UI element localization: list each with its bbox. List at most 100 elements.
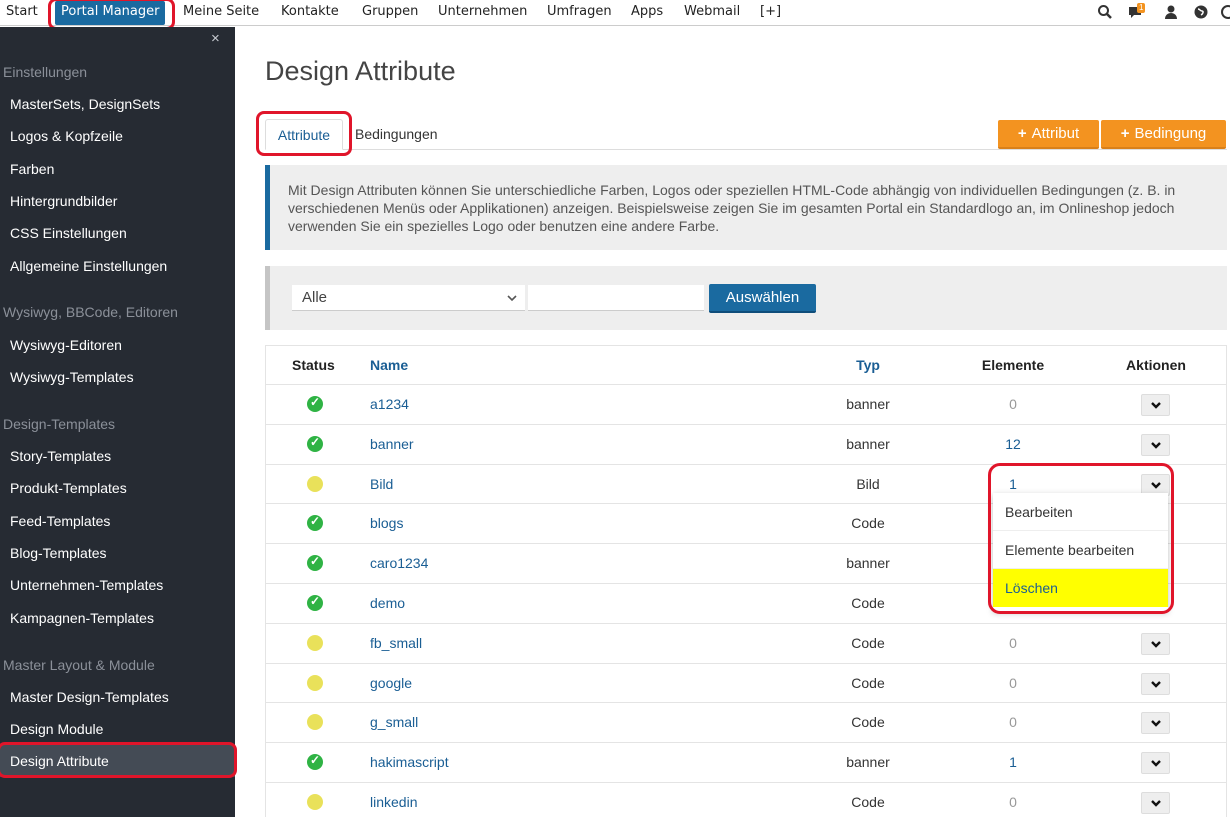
menu-item-loeschen[interactable]: Löschen	[993, 569, 1168, 607]
nav-kontakte[interactable]: Kontakte	[281, 0, 339, 26]
close-icon[interactable]: ×	[211, 30, 220, 47]
user-icon[interactable]	[1162, 4, 1180, 22]
add-condition-button[interactable]: + Bedingung	[1101, 120, 1226, 149]
nav-umfragen[interactable]: Umfragen	[547, 0, 612, 26]
row-elements-count: 0	[1009, 674, 1017, 691]
header-type[interactable]: Typ	[806, 357, 930, 373]
status-inactive-icon	[307, 475, 323, 492]
add-attribute-button[interactable]: + Attribut	[998, 120, 1099, 149]
chevron-down-icon	[507, 285, 517, 320]
row-type: Code	[851, 634, 885, 651]
sidebar-item-produkt-templates[interactable]: Produkt-Templates	[10, 480, 127, 496]
sidebar-item-allgemeine[interactable]: Allgemeine Einstellungen	[10, 258, 167, 274]
table-row: hakimascript banner 1	[266, 742, 1226, 782]
row-name-link[interactable]: banner	[370, 436, 414, 452]
nav-webmail[interactable]: Webmail	[684, 0, 740, 26]
sidebar-item-logos[interactable]: Logos & Kopfzeile	[10, 128, 123, 144]
nav-meine-seite[interactable]: Meine Seite	[183, 0, 259, 26]
sidebar-item-farben[interactable]: Farben	[10, 161, 54, 177]
tab-bedingungen[interactable]: Bedingungen	[355, 119, 438, 150]
sidebar-section-wysiwyg: Wysiwyg, BBCode, Editoren	[3, 304, 178, 320]
row-elements-count[interactable]: 12	[963, 436, 1063, 452]
menu-item-bearbeiten[interactable]: Bearbeiten	[993, 493, 1168, 531]
row-elements-count[interactable]: 1	[963, 754, 1063, 770]
sidebar-item-kampagnen-templates[interactable]: Kampagnen-Templates	[10, 610, 154, 626]
add-attribute-label: Attribut	[1031, 125, 1080, 142]
status-inactive-icon	[307, 674, 323, 691]
table-row: g_small Code 0	[266, 702, 1226, 742]
status-active-icon	[307, 395, 323, 412]
row-name-link[interactable]: blogs	[370, 515, 403, 531]
sidebar-item-design-module[interactable]: Design Module	[10, 721, 103, 737]
row-actions-button[interactable]	[1141, 752, 1170, 775]
table-row: banner banner 12	[266, 423, 1226, 464]
header-status: Status	[292, 357, 335, 373]
row-elements-count: 0	[1009, 714, 1017, 731]
sidebar-section-design-templates: Design-Templates	[3, 416, 116, 432]
sidebar-item-css[interactable]: CSS Einstellungen	[10, 225, 127, 241]
chevron-down-icon	[1150, 720, 1161, 728]
row-elements-count: 0	[1009, 396, 1017, 412]
filter-input[interactable]	[528, 285, 704, 311]
sidebar-item-design-attribute[interactable]: Design Attribute	[0, 745, 235, 777]
row-type: Code	[851, 595, 885, 611]
nav-gruppen[interactable]: Gruppen	[362, 0, 418, 26]
plus-icon: +	[1120, 125, 1130, 142]
table-row: fb_small Code 0	[266, 622, 1226, 663]
nav-add[interactable]: [+]	[760, 0, 781, 26]
nav-start[interactable]: Start	[6, 0, 38, 26]
row-actions-button[interactable]	[1141, 712, 1170, 735]
row-type: Bild	[856, 475, 880, 492]
nav-apps[interactable]: Apps	[631, 0, 663, 26]
status-active-icon	[307, 753, 323, 771]
row-name-link[interactable]: g_small	[370, 714, 418, 730]
type-select-value: Alle	[302, 289, 328, 306]
row-name-link[interactable]: hakimascript	[370, 754, 449, 770]
table-row: a1234 banner 0	[266, 384, 1226, 424]
row-actions-button[interactable]	[1141, 672, 1170, 695]
chevron-down-icon	[1150, 441, 1161, 449]
nav-unternehmen[interactable]: Unternehmen	[438, 0, 527, 26]
row-type: Code	[851, 515, 885, 532]
search-icon[interactable]	[1096, 4, 1114, 22]
row-name-link[interactable]: fb_small	[370, 635, 422, 651]
row-name-link[interactable]: demo	[370, 595, 405, 611]
header-actions: Aktionen	[1126, 357, 1186, 373]
row-actions-button[interactable]	[1141, 394, 1170, 416]
table-row: linkedin Code 0	[266, 782, 1226, 822]
row-actions-button[interactable]	[1141, 433, 1170, 456]
select-button[interactable]: Auswählen	[709, 284, 816, 313]
nav-portal-manager[interactable]: Portal Manager	[55, 1, 166, 25]
sidebar-item-wysiwyg-editoren[interactable]: Wysiwyg-Editoren	[10, 337, 122, 353]
chevron-down-icon	[1150, 680, 1161, 688]
sidebar-item-hintergrundbilder[interactable]: Hintergrundbilder	[10, 193, 117, 209]
sidebar-item-story-templates[interactable]: Story-Templates	[10, 448, 111, 464]
row-name-link[interactable]: a1234	[370, 396, 409, 412]
row-actions-button[interactable]	[1141, 792, 1170, 814]
globe-icon[interactable]	[1192, 4, 1210, 22]
row-actions-button[interactable]	[1141, 632, 1170, 655]
menu-item-elemente-bearbeiten[interactable]: Elemente bearbeiten	[993, 531, 1168, 569]
row-name-link[interactable]: Bild	[370, 476, 393, 492]
row-name-link[interactable]: linkedin	[370, 794, 417, 810]
tab-attribute[interactable]: Attribute	[265, 119, 343, 150]
sidebar-item-mastersets[interactable]: MasterSets, DesignSets	[10, 96, 160, 112]
row-name-link[interactable]: caro1234	[370, 555, 428, 571]
sidebar-item-unternehmen-templates[interactable]: Unternehmen-Templates	[10, 577, 163, 593]
sidebar-item-blog-templates[interactable]: Blog-Templates	[10, 545, 107, 561]
type-select[interactable]: Alle	[292, 285, 525, 311]
header-name[interactable]: Name	[370, 357, 408, 373]
chevron-down-icon	[1150, 640, 1161, 648]
sidebar-item-wysiwyg-templates[interactable]: Wysiwyg-Templates	[10, 369, 134, 385]
sidebar: × Einstellungen MasterSets, DesignSets L…	[0, 27, 235, 817]
row-elements-count[interactable]: 1	[963, 476, 1063, 492]
top-navigation: Start Portal Manager Meine Seite Kontakt…	[0, 0, 1230, 26]
chevron-down-icon	[1150, 760, 1161, 767]
sidebar-item-master-design-templates[interactable]: Master Design-Templates	[10, 689, 169, 705]
power-icon[interactable]	[1220, 4, 1230, 22]
row-type: banner	[846, 396, 890, 412]
sidebar-item-feed-templates[interactable]: Feed-Templates	[10, 513, 110, 529]
row-name-link[interactable]: google	[370, 675, 412, 691]
row-type: Code	[851, 714, 885, 731]
row-type: Code	[851, 674, 885, 691]
